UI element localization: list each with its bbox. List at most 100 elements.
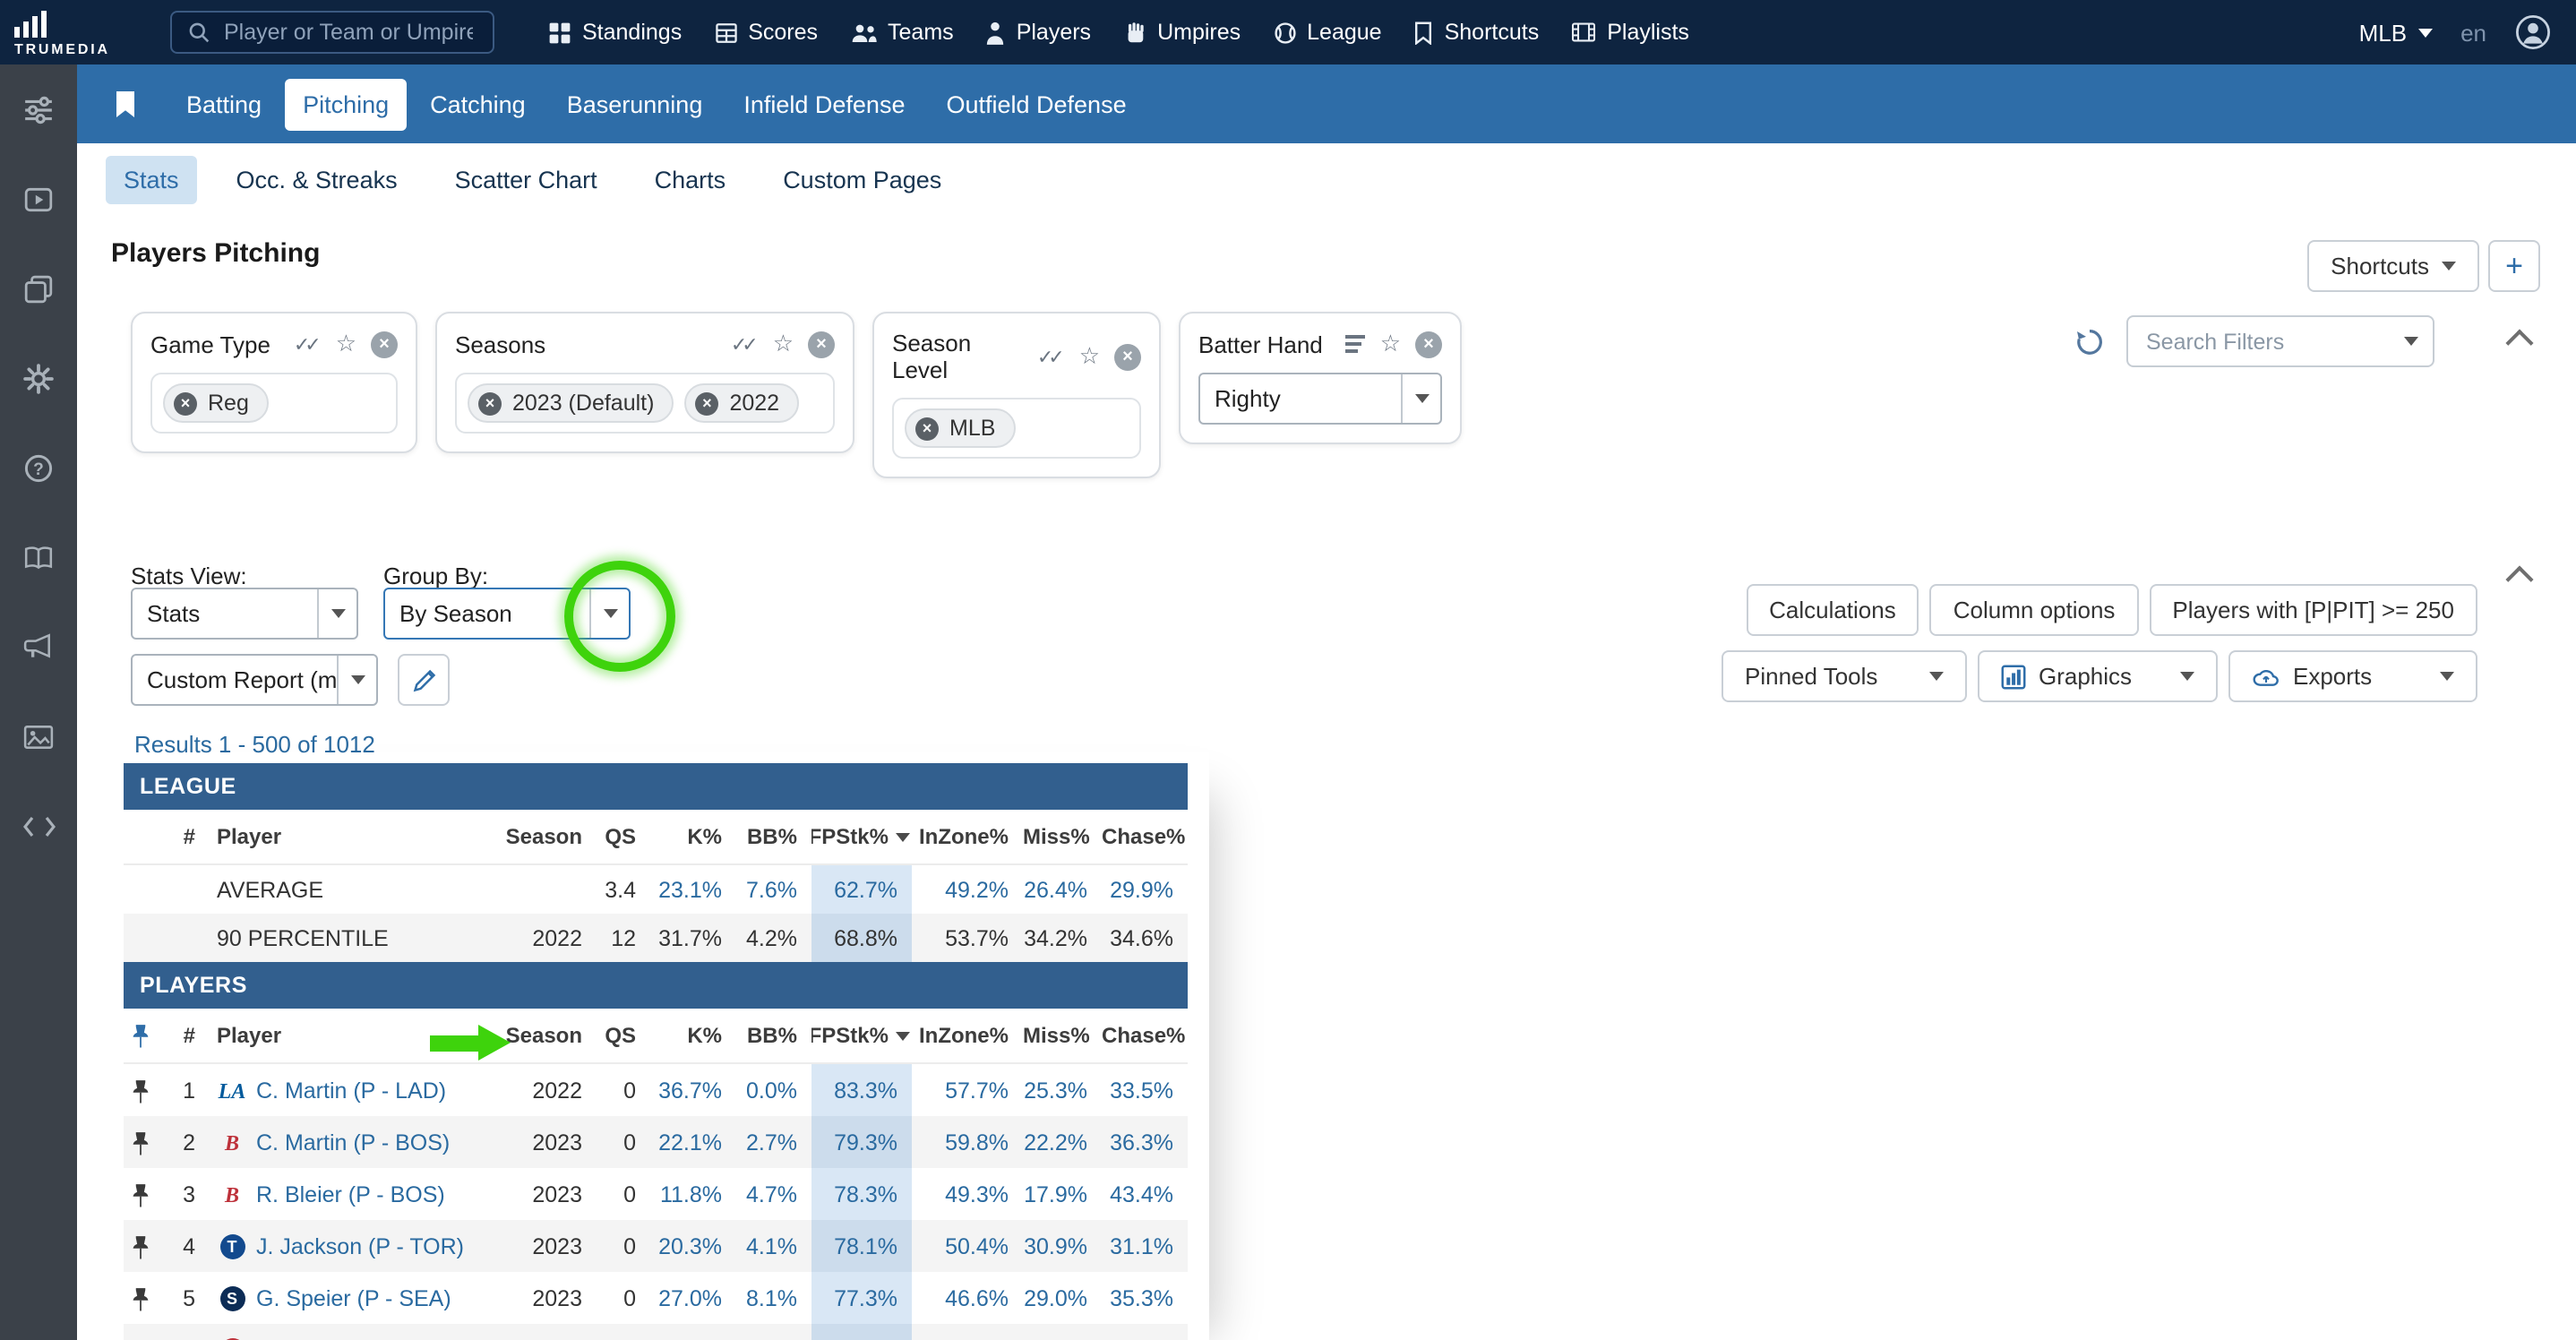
list-icon[interactable]: [1346, 335, 1366, 353]
col-chase[interactable]: Chase%: [1102, 1023, 1188, 1048]
col-rank[interactable]: #: [156, 824, 210, 849]
remove-chip-icon[interactable]: ×: [695, 391, 718, 415]
pin-icon[interactable]: [124, 1285, 156, 1310]
remove-chip-icon[interactable]: ×: [174, 391, 197, 415]
col-bb[interactable]: BB%: [736, 824, 811, 849]
k-cell[interactable]: 22.1%: [650, 1130, 736, 1155]
trumedia-logo[interactable]: TRUMEDIA: [14, 5, 161, 57]
k-cell[interactable]: 27.0%: [650, 1285, 736, 1310]
topnav-item-scores[interactable]: Scores: [714, 20, 818, 45]
topnav-item-players[interactable]: Players: [986, 20, 1091, 45]
remove-filter-icon[interactable]: ×: [371, 331, 398, 357]
miss-cell[interactable]: 17.9%: [1023, 1181, 1102, 1207]
inzone-cell[interactable]: 50.4%: [912, 1233, 1023, 1258]
sidebar-sliders-icon[interactable]: [23, 90, 54, 129]
global-search[interactable]: [170, 11, 494, 54]
subtab-charts[interactable]: Charts: [637, 155, 744, 203]
bookmark-icon[interactable]: [115, 90, 136, 117]
star-icon[interactable]: ☆: [1380, 330, 1401, 358]
fpstk-cell[interactable]: 78.3%: [811, 1168, 912, 1220]
topnav-item-league[interactable]: League: [1273, 20, 1381, 45]
fpstk-cell[interactable]: 79.3%: [811, 1116, 912, 1168]
report-select[interactable]: Custom Report (me): [131, 654, 378, 706]
k-cell[interactable]: 23.1%: [650, 877, 736, 902]
bb-cell[interactable]: 4.1%: [736, 1233, 811, 1258]
col-inzone[interactable]: InZone%: [912, 824, 1023, 849]
col-rank[interactable]: #: [156, 1023, 210, 1048]
chase-cell[interactable]: 36.3%: [1102, 1130, 1188, 1155]
topnav-item-standings[interactable]: Standings: [548, 20, 682, 45]
col-season[interactable]: Season: [503, 824, 597, 849]
sidebar-megaphone-icon[interactable]: [23, 627, 54, 666]
player-link[interactable]: R. Bleier (P - BOS): [256, 1181, 445, 1207]
pin-icon[interactable]: [124, 1181, 156, 1207]
filter-chip[interactable]: × Reg: [163, 383, 269, 423]
subtab-scatter-chart[interactable]: Scatter Chart: [437, 155, 615, 203]
tab-pitching[interactable]: Pitching: [285, 78, 407, 130]
col-qs[interactable]: QS: [597, 824, 650, 849]
fpstk-cell[interactable]: 78.1%: [811, 1220, 912, 1272]
col-player[interactable]: Player: [210, 1023, 503, 1048]
col-season[interactable]: Season: [503, 1023, 597, 1048]
calculations-button[interactable]: Calculations: [1746, 584, 1919, 636]
bb-cell[interactable]: 2.7%: [736, 1130, 811, 1155]
inzone-cell[interactable]: 49.2%: [912, 877, 1023, 902]
remove-chip-icon[interactable]: ×: [478, 391, 502, 415]
graphics-button[interactable]: Graphics: [1978, 650, 2218, 702]
remove-filter-icon[interactable]: ×: [1415, 331, 1442, 357]
miss-cell[interactable]: 22.2%: [1023, 1130, 1102, 1155]
k-cell[interactable]: 36.7%: [650, 1078, 736, 1103]
filter-chip[interactable]: × MLB: [905, 408, 1015, 448]
bb-cell[interactable]: 4.7%: [736, 1181, 811, 1207]
exports-button[interactable]: Exports: [2228, 650, 2477, 702]
add-page-button[interactable]: +: [2488, 240, 2540, 292]
player-link[interactable]: C. Martin (P - BOS): [256, 1130, 450, 1155]
remove-chip-icon[interactable]: ×: [915, 417, 939, 440]
tab-infield-defense[interactable]: Infield Defense: [726, 78, 923, 130]
fpstk-cell[interactable]: 62.7%: [811, 865, 912, 914]
double-check-icon[interactable]: ✓✓: [1037, 345, 1065, 368]
bb-cell[interactable]: 7.6%: [736, 877, 811, 902]
col-k[interactable]: K%: [650, 824, 736, 849]
tab-batting[interactable]: Batting: [168, 78, 279, 130]
shortcuts-button[interactable]: Shortcuts: [2307, 240, 2479, 292]
pinned-tools-button[interactable]: Pinned Tools: [1722, 650, 1967, 702]
col-chase[interactable]: Chase%: [1102, 824, 1188, 849]
col-fpstk[interactable]: FPStk%: [811, 824, 912, 849]
edit-report-button[interactable]: [398, 654, 450, 706]
bb-cell[interactable]: 0.0%: [736, 1078, 811, 1103]
inzone-cell[interactable]: 49.3%: [912, 1181, 1023, 1207]
k-cell[interactable]: 20.3%: [650, 1233, 736, 1258]
miss-cell[interactable]: 26.4%: [1023, 877, 1102, 902]
player-link[interactable]: C. Martin (P - LAD): [256, 1078, 446, 1103]
col-qs[interactable]: QS: [597, 1023, 650, 1048]
k-cell[interactable]: 11.8%: [650, 1181, 736, 1207]
chase-cell[interactable]: 33.5%: [1102, 1078, 1188, 1103]
topnav-item-shortcuts[interactable]: Shortcuts: [1414, 20, 1540, 45]
user-avatar[interactable]: [2515, 14, 2551, 50]
search-filters[interactable]: [2126, 315, 2434, 367]
inzone-cell[interactable]: 46.6%: [912, 1285, 1023, 1310]
topnav-item-umpires[interactable]: Umpires: [1123, 20, 1241, 45]
topnav-item-playlists[interactable]: Playlists: [1571, 20, 1689, 45]
fpstk-cell[interactable]: 83.3%: [811, 1064, 912, 1116]
subtab-custom-pages[interactable]: Custom Pages: [765, 155, 959, 203]
sidebar-video-icon[interactable]: [23, 179, 54, 219]
sidebar-images-icon[interactable]: [23, 717, 54, 756]
col-player[interactable]: Player: [210, 824, 503, 849]
col-miss[interactable]: Miss%: [1023, 824, 1102, 849]
tab-catching[interactable]: Catching: [412, 78, 544, 130]
chase-cell[interactable]: 35.3%: [1102, 1285, 1188, 1310]
col-inzone[interactable]: InZone%: [912, 1023, 1023, 1048]
double-check-icon[interactable]: ✓✓: [731, 332, 759, 356]
remove-filter-icon[interactable]: ×: [1114, 343, 1141, 370]
tab-baserunning[interactable]: Baserunning: [549, 78, 721, 130]
sidebar-book-icon[interactable]: [23, 537, 54, 577]
chase-cell[interactable]: 43.4%: [1102, 1181, 1188, 1207]
col-miss[interactable]: Miss%: [1023, 1023, 1102, 1048]
pin-all-icon[interactable]: [124, 1023, 156, 1048]
player-link[interactable]: G. Speier (P - SEA): [256, 1285, 451, 1310]
players-filter-button[interactable]: Players with [P|PIT] >= 250: [2149, 584, 2477, 636]
sidebar-gear-icon[interactable]: [23, 358, 54, 398]
column-options-button[interactable]: Column options: [1930, 584, 2139, 636]
